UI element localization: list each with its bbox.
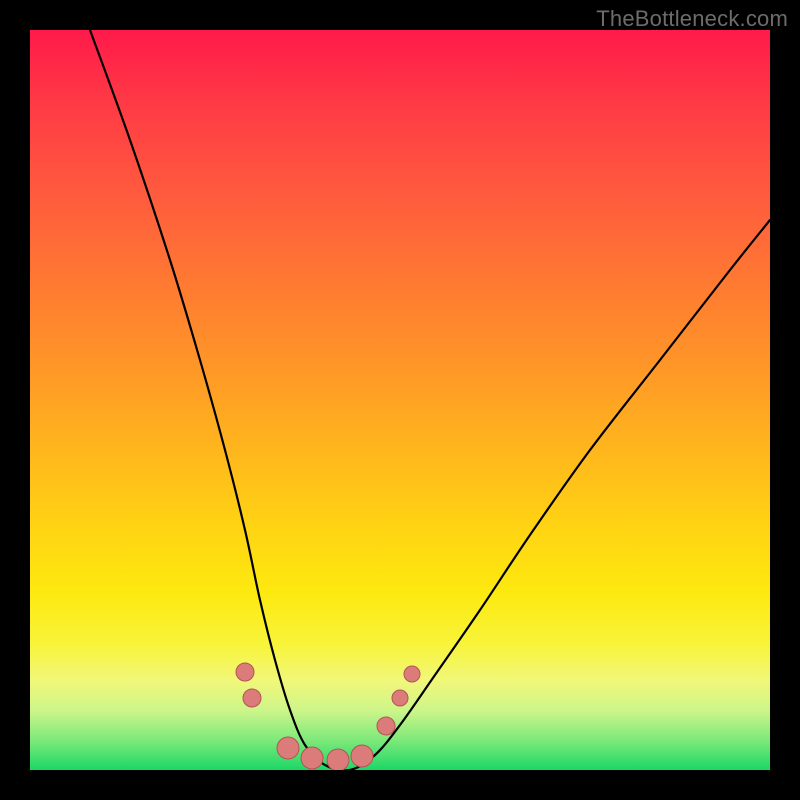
curve-layer <box>30 30 770 770</box>
chart-frame: TheBottleneck.com <box>0 0 800 800</box>
right-top-marker <box>404 666 420 682</box>
trough-3 <box>327 749 349 770</box>
right-low-marker <box>377 717 395 735</box>
bottleneck-curve <box>90 30 770 770</box>
trough-2 <box>301 747 323 769</box>
plot-area <box>30 30 770 770</box>
marker-group <box>236 663 420 770</box>
right-mid-marker <box>392 690 408 706</box>
left-bottom-marker <box>243 689 261 707</box>
trough-4 <box>351 745 373 767</box>
trough-1 <box>277 737 299 759</box>
left-top-marker <box>236 663 254 681</box>
watermark-text: TheBottleneck.com <box>596 6 788 32</box>
